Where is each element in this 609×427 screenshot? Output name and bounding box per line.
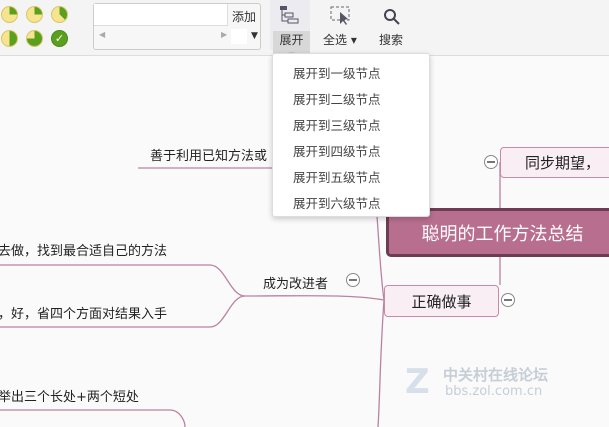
watermark-title: 中关村在线论坛 [443, 366, 549, 384]
color-swatch[interactable] [231, 29, 247, 44]
central-topic-label: 聪明的工作方法总结 [421, 223, 584, 245]
progress-50-icon[interactable] [1, 30, 18, 47]
select-all-label: 全选 ▾ [323, 33, 357, 47]
menu-item-level-4[interactable]: 展开到四级节点 [293, 141, 381, 160]
add-button[interactable]: 添加 [232, 8, 256, 25]
node-four-aspects[interactable]: ，好，省四个方面对结果入手 [0, 303, 167, 322]
color-dropdown-icon[interactable]: ▼ [251, 31, 258, 41]
expand-button[interactable]: 展开 ▾ [270, 0, 310, 62]
search-label: 搜索 [379, 33, 404, 47]
menu-item-level-2[interactable]: 展开到二级节点 [293, 89, 381, 108]
expand-dropdown-menu: 展开到一级节点 展开到二级节点 展开到三级节点 展开到四级节点 展开到五级节点 … [272, 53, 430, 217]
collapse-icon[interactable] [501, 293, 515, 307]
menu-item-level-6[interactable]: 展开到六级节点 [293, 193, 381, 212]
progress-37-icon[interactable] [51, 6, 68, 23]
node-strengths[interactable]: 举出三个长处+两个短处 [0, 386, 139, 405]
node-label: 同步期望， [525, 154, 601, 172]
menu-item-level-5[interactable]: 展开到五级节点 [293, 167, 381, 186]
node-label: 正确做事 [411, 292, 472, 311]
menu-item-level-3[interactable]: 展开到三级节点 [293, 115, 381, 134]
node-become-improver[interactable]: 成为改进者 [263, 273, 328, 292]
select-icon [330, 6, 350, 25]
node-leverage-methods[interactable]: 善于利用已知方法或 [150, 145, 267, 164]
scroll-right-icon[interactable]: ▶ [221, 30, 227, 39]
progress-25-icon[interactable] [26, 6, 43, 23]
collapse-icon[interactable] [484, 155, 498, 169]
scroll-left-icon[interactable]: ◀ [99, 30, 105, 39]
add-input[interactable] [94, 4, 228, 26]
watermark-url: bbs.zol.com.cn [445, 384, 543, 399]
search-icon [384, 9, 400, 25]
expand-tree-icon [280, 6, 299, 24]
zol-logo: Z [405, 362, 430, 402]
add-input-group: 添加 ◀ ▶ ▼ [93, 3, 261, 50]
search-button[interactable]: 搜索 [374, 0, 410, 50]
collapse-icon[interactable] [346, 273, 360, 287]
progress-done-icon[interactable]: ✓ [51, 30, 68, 47]
priority-25-icon[interactable] [1, 6, 18, 23]
node-do-right-things[interactable]: 正确做事 [384, 285, 499, 317]
toolbar: ✓ 添加 ◀ ▶ ▼ 展开 ▾ 全选 ▾ 搜索 [0, 0, 609, 62]
node-sync-expectations[interactable]: 同步期望， [500, 147, 609, 178]
select-all-button[interactable]: 全选 ▾ [320, 0, 364, 50]
progress-75-icon[interactable] [26, 30, 43, 47]
node-find-method[interactable]: 去做，找到最合适自己的方法 [0, 240, 167, 259]
menu-item-level-1[interactable]: 展开到一级节点 [293, 63, 381, 82]
